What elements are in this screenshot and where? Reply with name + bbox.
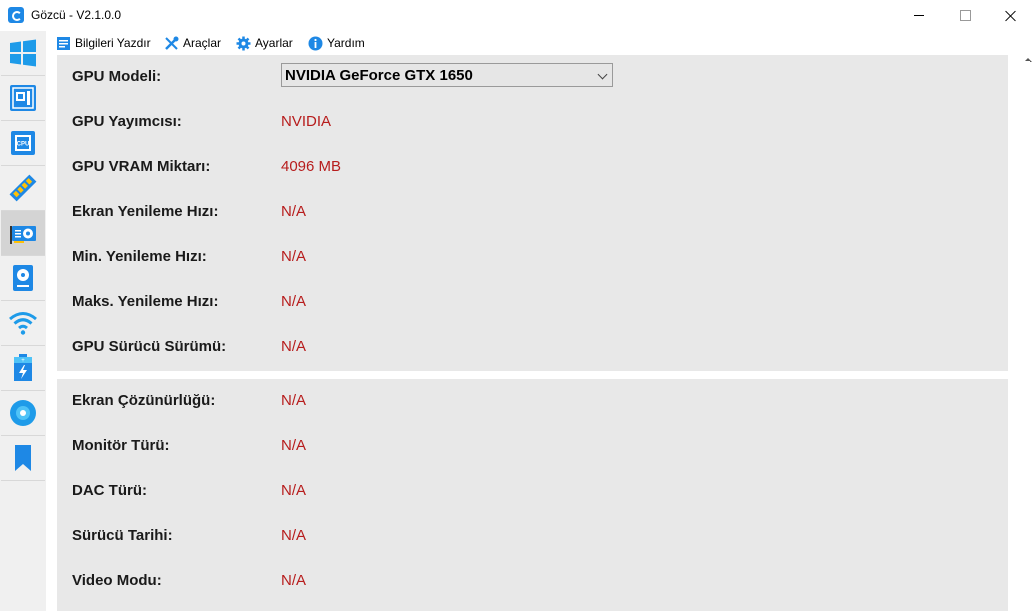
window-title: Gözcü - V2.1.0.0 [31,8,122,22]
print-info-icon [57,36,70,50]
gpu-model-value: NVIDIA GeForce GTX 1650 [285,66,473,84]
maximize-button[interactable] [942,0,988,31]
scroll-thumb[interactable] [1024,61,1030,601]
sidebar-item-battery[interactable]: + [1,346,45,391]
min-refresh-value: N/A [281,248,307,265]
sidebar-item-cpu[interactable]: CPU [1,121,45,166]
menu-help-label: Yardım [327,36,365,50]
max-refresh-value: N/A [281,293,307,310]
title-bar: Gözcü - V2.1.0.0 [0,0,1034,31]
driver-version-value: N/A [281,338,307,355]
battery-icon: + [14,354,32,381]
video-mode-label: Video Modu: [72,572,162,589]
driver-version-label: GPU Sürücü Sürümü: [72,338,227,355]
sidebar-item-network[interactable] [1,301,45,346]
menu-help[interactable]: Yardım [308,34,365,52]
close-button[interactable] [988,0,1034,31]
display-info-panel: Ekran Çözünürlüğü: N/A Monitör Türü: N/A… [57,379,1008,611]
minimize-icon [914,15,924,16]
svg-text:CPU: CPU [17,142,30,148]
maximize-icon [959,10,971,21]
sidebar-item-ram[interactable] [1,166,45,211]
refresh-rate-value: N/A [281,203,307,220]
max-refresh-label: Maks. Yenileme Hızı: [72,293,219,310]
svg-text:+: + [21,358,25,364]
info-icon [308,36,323,50]
tools-icon [165,36,179,50]
gpu-vram-value: 4096 MB [281,158,342,175]
gpu-model-label: GPU Modeli: [72,68,162,85]
video-mode-value: N/A [281,572,307,589]
dac-type-value: N/A [281,482,307,499]
menu-tools-label: Araçlar [183,36,222,50]
sidebar-item-gpu[interactable] [1,211,45,256]
minimize-button[interactable] [896,0,942,31]
menu-settings[interactable]: Ayarlar [236,34,293,52]
resolution-value: N/A [281,392,307,409]
gpu-vendor-label: GPU Yayımcısı: [72,113,182,130]
app-logo-icon [8,7,24,23]
dac-type-label: DAC Türü: [72,482,147,499]
close-icon [1005,10,1017,22]
menu-print-info[interactable]: Bilgileri Yazdır [56,34,151,52]
gpu-vram-label: GPU VRAM Miktarı: [72,158,211,175]
wifi-icon [9,312,37,335]
gpu-vendor-value: NVIDIA [281,113,332,130]
driver-date-label: Sürücü Tarihi: [72,527,173,544]
gpu-model-select[interactable]: NVIDIA GeForce GTX 1650 [281,63,613,87]
main-content: GPU Modeli: NVIDIA GeForce GTX 1650 GPU … [46,55,1021,611]
menu-print-info-label: Bilgileri Yazdır [75,36,151,50]
bookmark-icon [15,445,31,471]
gpu-info-panel: GPU Modeli: NVIDIA GeForce GTX 1650 GPU … [57,55,1008,371]
menu-settings-label: Ayarlar [255,36,293,50]
vertical-scrollbar[interactable] [1021,55,1034,611]
sidebar-item-storage[interactable] [1,256,45,301]
resolution-label: Ekran Çözünürlüğü: [72,392,216,409]
driver-date-value: N/A [281,527,307,544]
gear-icon [236,36,251,50]
sidebar-item-optical[interactable] [1,391,45,436]
refresh-rate-label: Ekran Yenileme Hızı: [72,203,219,220]
monitor-type-label: Monitör Türü: [72,437,170,454]
gpu-icon [10,226,36,244]
cpu-icon: CPU [11,131,35,155]
chevron-down-icon [597,69,608,80]
storage-icon [13,265,33,291]
windows-icon [10,39,36,67]
menu-tools[interactable]: Araçlar [164,34,221,52]
sidebar-item-motherboard[interactable] [1,76,45,121]
sidebar-nav: CPU + [0,31,47,611]
motherboard-icon [10,85,36,111]
ram-icon [9,174,37,202]
monitor-type-value: N/A [281,437,307,454]
min-refresh-label: Min. Yenileme Hızı: [72,248,207,265]
menu-bar: Bilgileri Yazdır Araçlar Ayarlar Yardım [46,31,1034,55]
sidebar-item-os[interactable] [1,31,45,76]
sidebar-item-bookmark[interactable] [1,436,45,481]
disc-icon [10,400,36,426]
